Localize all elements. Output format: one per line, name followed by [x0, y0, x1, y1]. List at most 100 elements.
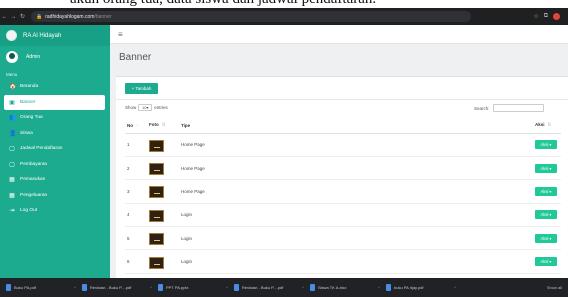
plus-icon: +: [131, 86, 135, 91]
sidebar-item-siswa[interactable]: 👤 Siswa: [0, 126, 110, 142]
back-icon[interactable]: ←: [0, 14, 9, 20]
col-no-label: No: [127, 122, 133, 128]
banner-thumbnail[interactable]: [149, 139, 164, 152]
banner-thumbnail[interactable]: [149, 186, 164, 199]
table-row: 4 Login Aksi ▾: [125, 203, 561, 228]
sidebar-item-label: Beranda: [20, 84, 39, 90]
sidebar-item-label: Banner: [20, 99, 36, 105]
file-icon: [234, 284, 239, 291]
banner-thumbnail[interactable]: [149, 163, 164, 176]
file-icon: [82, 284, 87, 291]
content-card: + Tambah Show 10 ▾ entries Search: No ↑ F…: [116, 76, 568, 278]
forward-icon[interactable]: →: [9, 14, 18, 20]
cell-no: 6: [125, 249, 147, 274]
banner-thumbnail[interactable]: [149, 209, 164, 222]
download-filename: Revisian - Buku P....pdf: [242, 285, 284, 290]
sidebar-item-label: Pengeluaran: [20, 192, 48, 198]
caret-down-icon: ▾: [549, 259, 552, 265]
page-title: Banner: [110, 44, 568, 70]
income-icon: ▦: [9, 177, 15, 184]
hamburger-icon[interactable]: ≡: [118, 30, 123, 39]
sidebar-item-pengeluaran[interactable]: ▦ Pengeluaran: [0, 188, 110, 204]
show-all-link[interactable]: Show all: [547, 285, 562, 290]
sidebar-item-label: Pembayaran: [20, 161, 48, 167]
action-dropdown-button[interactable]: Aksi ▾: [535, 210, 557, 220]
sidebar-item-banner[interactable]: ▣ Banner: [4, 94, 105, 110]
extension-icon[interactable]: ⧉: [544, 13, 548, 20]
search-input[interactable]: [492, 104, 544, 112]
chevron-up-icon[interactable]: ^: [74, 285, 76, 290]
sidebar-item-jadwal-pendaftaran[interactable]: ▢ Jadwal Pendaftaran: [0, 141, 110, 157]
action-dropdown-button[interactable]: Aksi ▾: [535, 257, 557, 267]
download-item[interactable]: Buku PA.pdf ^: [6, 284, 82, 291]
sidebar-item-pembayaran[interactable]: ▢ Pembayaran: [0, 157, 110, 173]
row-type: Login: [181, 259, 193, 265]
col-no[interactable]: No ↑: [125, 118, 147, 134]
action-dropdown-button[interactable]: Aksi ▾: [535, 140, 557, 150]
chevron-up-icon[interactable]: ^: [150, 285, 152, 290]
brand[interactable]: RA Al Hidayah: [0, 25, 110, 46]
sidebar-item-label: Orang Tua: [20, 115, 43, 121]
col-foto-label: Foto: [149, 122, 159, 128]
top-navbar: ≡: [110, 25, 568, 44]
action-dropdown-button[interactable]: Aksi ▾: [535, 186, 557, 196]
users-icon: 👥: [9, 115, 17, 122]
logout-icon: ⇥: [9, 208, 15, 215]
row-type: Home Page: [181, 142, 205, 148]
cell-tipe: Home Page: [179, 133, 533, 157]
payment-icon: ▢: [9, 161, 15, 168]
add-banner-button[interactable]: + Tambah: [125, 83, 158, 94]
download-item[interactable]: Revisian - Buku P....pdf ^: [82, 284, 158, 291]
table-row: 6 Login Aksi ▾: [125, 249, 561, 274]
row-number: 4: [127, 212, 130, 218]
reload-icon[interactable]: ↻: [18, 13, 27, 20]
col-tipe[interactable]: Tipe: [179, 118, 533, 134]
cell-foto: [147, 133, 179, 157]
profile-icon[interactable]: [553, 13, 560, 20]
lock-icon: 🔒: [36, 13, 43, 20]
address-bar[interactable]: 🔒 radhidayahlogam.com /banner: [31, 11, 471, 22]
sidebar-item-orang-tua[interactable]: 👥 Orang Tua: [0, 110, 110, 126]
download-filename: PPT PA.pptx: [166, 285, 189, 290]
banner-thumbnail[interactable]: [149, 233, 164, 246]
caret-down-icon: ▾: [549, 165, 552, 171]
sidebar-item-log-out[interactable]: ⇥ Log Out: [0, 203, 110, 219]
chevron-up-icon[interactable]: ^: [454, 285, 456, 290]
bookmark-icon[interactable]: ☆: [533, 13, 538, 20]
download-filename: Revisian - Buku P....pdf: [90, 285, 132, 290]
col-foto[interactable]: Foto ⇅: [147, 118, 179, 134]
students-icon: 👤: [9, 130, 17, 137]
download-item[interactable]: PPT PA.pptx ^: [158, 284, 234, 291]
action-dropdown-button[interactable]: Aksi ▾: [535, 163, 557, 173]
download-filename: buku PA rijay.pdf: [394, 285, 424, 290]
action-label: Aksi: [540, 188, 549, 194]
sidebar-item-beranda[interactable]: 🏠 Beranda: [0, 79, 110, 95]
row-type: Login: [181, 212, 193, 218]
cell-no: 5: [125, 226, 147, 251]
entries-select[interactable]: 10 ▾: [138, 104, 153, 111]
chevron-up-icon[interactable]: ^: [378, 285, 380, 290]
col-tipe-label: Tipe: [181, 122, 191, 128]
table-row: 5 Login Aksi ▾: [125, 226, 561, 251]
download-item[interactable]: Revisian - Buku P....pdf ^: [234, 284, 310, 291]
row-number: 2: [127, 165, 130, 171]
home-icon: 🏠: [9, 84, 17, 91]
cell-tipe: Login: [179, 226, 533, 251]
caret-down-icon: ▾: [549, 212, 552, 218]
table-row: 1 Home Page Aksi ▾: [125, 133, 561, 157]
chevron-up-icon[interactable]: ^: [302, 285, 304, 290]
cell-no: 4: [125, 203, 147, 228]
brand-name: RA Al Hidayah: [23, 32, 62, 39]
banner-thumbnail[interactable]: [149, 256, 164, 269]
action-dropdown-button[interactable]: Aksi ▾: [535, 233, 557, 243]
sidebar-item-pemasukan[interactable]: ▦ Pemasukan: [0, 172, 110, 188]
cell-aksi: Aksi ▾: [533, 249, 561, 274]
user-name: Admin: [26, 54, 41, 60]
download-item[interactable]: buku PA rijay.pdf ^: [386, 284, 462, 291]
show-label: Show: [125, 105, 137, 110]
download-item[interactable]: Siswa TK A.xlsx ^: [310, 284, 386, 291]
chevron-up-icon[interactable]: ^: [226, 285, 228, 290]
col-aksi[interactable]: Aksi ⇅: [533, 118, 561, 134]
row-number: 3: [127, 188, 130, 194]
file-icon: [158, 284, 163, 291]
